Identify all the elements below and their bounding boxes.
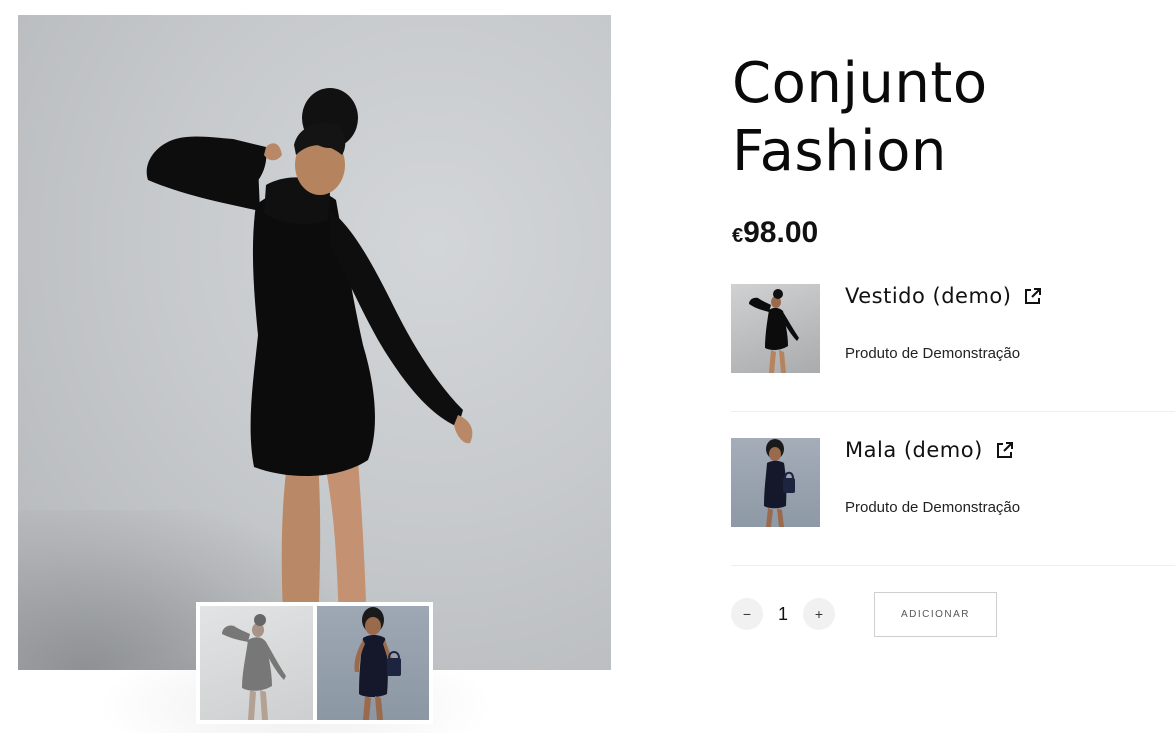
product-title-line1: Conjunto [732,51,988,116]
divider [731,411,1175,412]
bundle-item-image[interactable] [731,438,820,527]
add-to-cart-button[interactable]: ADICIONAR [874,592,997,637]
bundle-item-name[interactable]: Vestido (demo) [845,284,1043,308]
thumbnail-vestido[interactable] [200,606,313,720]
bundle-item-image[interactable] [731,284,820,373]
bundle-item-name-text: Mala (demo) [845,438,983,462]
bundle-item: Vestido (demo) Produto de Demonstração [731,284,1175,373]
external-link-icon[interactable] [1023,286,1043,306]
thumbnail-strip [196,602,433,724]
thumbnail-mala[interactable] [316,606,429,720]
price-amount: 98.00 [743,216,819,249]
product-price: €98.00 [732,216,818,250]
thumbnail-figure [222,614,286,720]
price-currency: € [732,225,744,247]
product-main-image[interactable] [18,15,611,670]
bundle-thumb-figure [749,289,799,373]
model-figure [146,88,473,670]
quantity-increase-button[interactable]: + [803,598,835,630]
product-title: Conjunto Fashion [732,50,1152,186]
product-title-line2: Fashion [732,119,947,184]
bundle-item: Mala (demo) Produto de Demonstração [731,438,1175,527]
quantity-decrease-button[interactable]: − [731,598,763,630]
bundle-item-name[interactable]: Mala (demo) [845,438,1015,462]
quantity-stepper: − + [731,598,835,630]
thumbnail-figure [353,607,401,720]
external-link-icon[interactable] [995,440,1015,460]
divider [731,565,1175,566]
bundle-thumb-figure [764,439,795,527]
bundle-item-description: Produto de Demonstração [845,345,1021,362]
quantity-input[interactable] [763,603,803,625]
bundle-item-name-text: Vestido (demo) [845,284,1012,308]
bundle-item-description: Produto de Demonstração [845,499,1021,516]
